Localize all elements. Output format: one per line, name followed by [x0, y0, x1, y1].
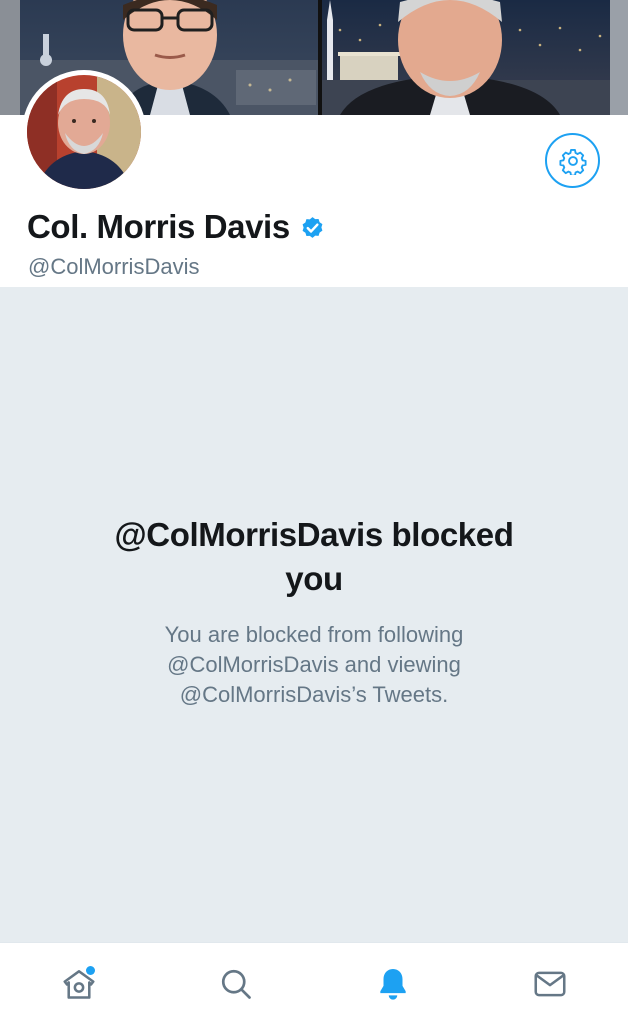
- blocked-panel: @ColMorrisDavis blocked you You are bloc…: [0, 287, 628, 942]
- profile-avatar[interactable]: [22, 70, 146, 194]
- notification-dot: [85, 965, 95, 975]
- profile-name: Col. Morris Davis: [27, 208, 290, 245]
- blocked-title: @ColMorrisDavis blocked you: [114, 516, 514, 597]
- bottom-tab-bar: [0, 942, 628, 1024]
- tab-home[interactable]: [39, 949, 119, 1019]
- settings-button[interactable]: [545, 133, 600, 188]
- avatar-image: [27, 75, 141, 189]
- mail-icon: [533, 971, 566, 996]
- verified-badge-icon: [299, 214, 326, 241]
- search-icon: [221, 969, 251, 999]
- profile-handle: @ColMorrisDavis: [28, 254, 200, 279]
- bell-icon: [379, 968, 406, 1000]
- tab-notifications[interactable]: [353, 949, 433, 1019]
- tab-search[interactable]: [196, 949, 276, 1019]
- blocked-message: You are blocked from following @ColMorri…: [164, 622, 464, 707]
- tab-messages[interactable]: [510, 949, 590, 1019]
- profile-name-row: Col. Morris Davis: [27, 208, 326, 246]
- gear-icon: [558, 148, 587, 175]
